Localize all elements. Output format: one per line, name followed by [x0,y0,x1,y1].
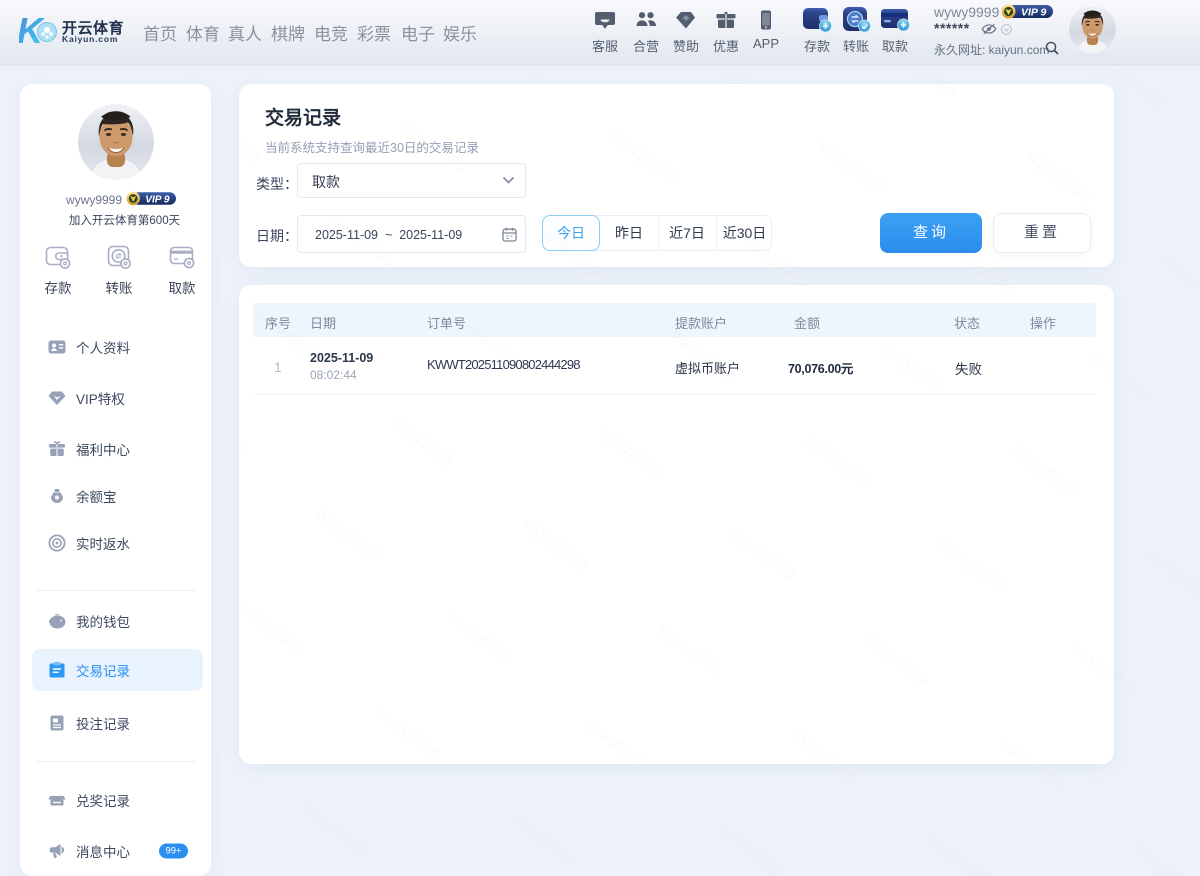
svg-text:VIP 9: VIP 9 [1021,7,1046,19]
svg-text:VIP 9: VIP 9 [145,194,170,205]
